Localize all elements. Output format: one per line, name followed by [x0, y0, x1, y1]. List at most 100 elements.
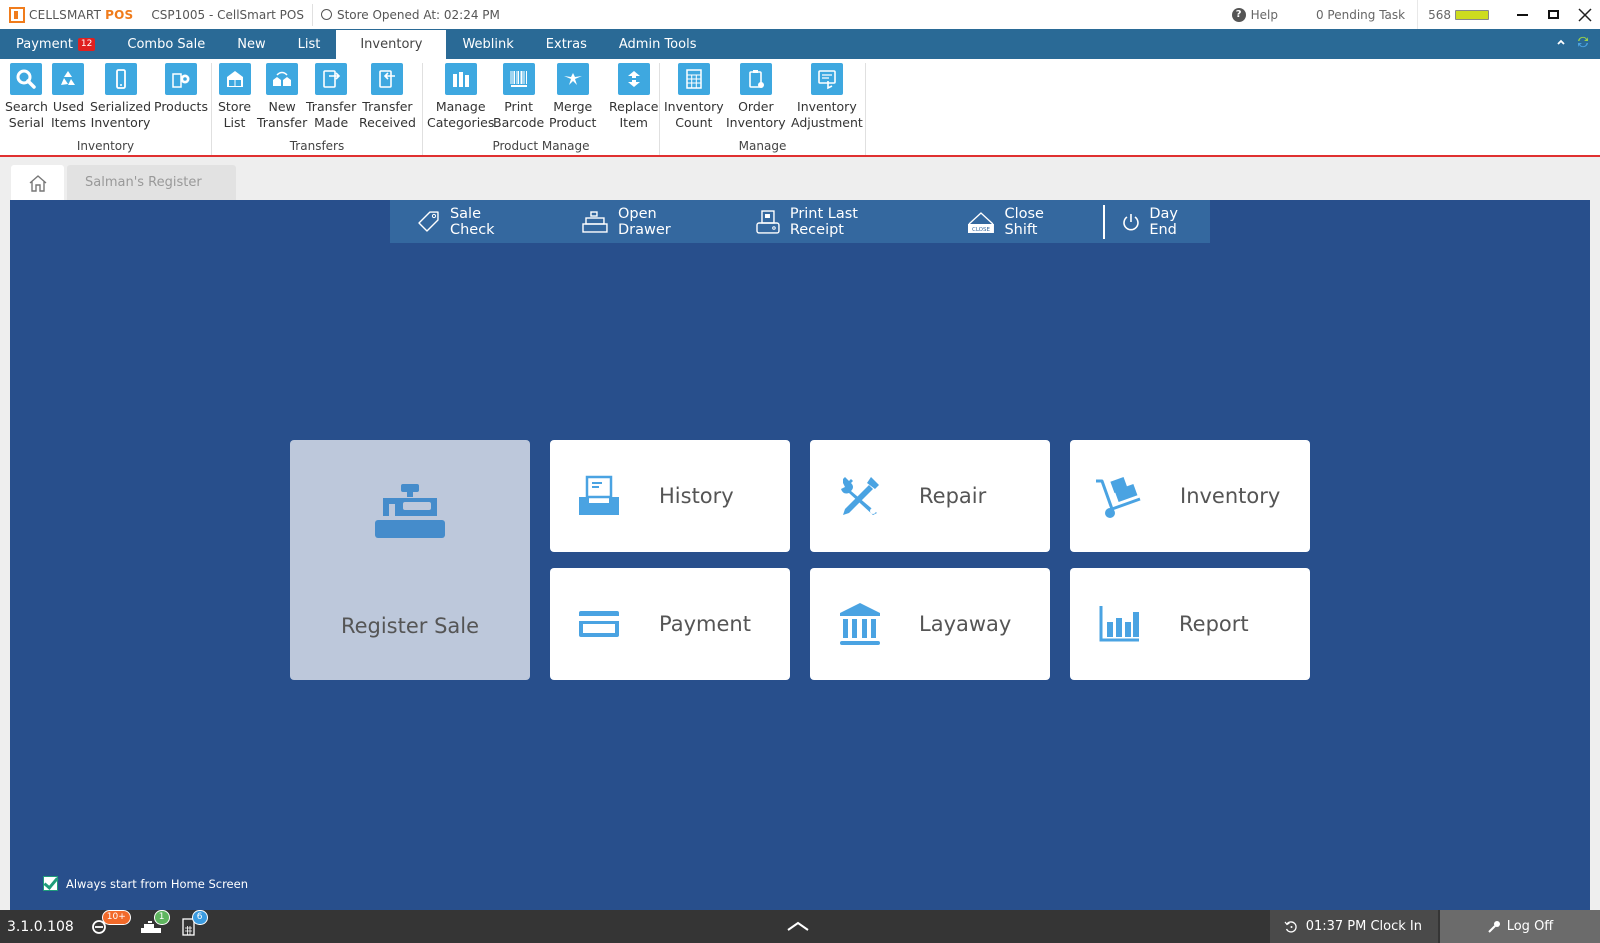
button-label: Transfer	[257, 115, 308, 130]
register-tab[interactable]: Salman's Register	[67, 165, 236, 200]
button-label: Inventory	[90, 115, 151, 130]
transfer-received-button[interactable]: Transfer Received	[359, 63, 416, 131]
menu-bar: Payment 12 Combo Sale New List Inventory…	[0, 29, 1600, 59]
logo-icon	[9, 6, 25, 23]
logo-text: CELLSMART	[29, 7, 102, 22]
tile-label: Repair	[919, 484, 987, 508]
button-label: Replace	[609, 99, 659, 114]
title-bar: CELLSMART POS CSP1005 - CellSmart POS St…	[0, 0, 1600, 29]
tab-combo-sale[interactable]: Combo Sale	[111, 29, 221, 59]
maximize-button[interactable]	[1538, 0, 1569, 29]
print-barcode-button[interactable]: Print Barcode	[493, 63, 544, 131]
button-label: Serial	[8, 115, 45, 130]
close-sign-text: CLOSE	[972, 226, 990, 232]
tab-inventory[interactable]: Inventory	[336, 30, 447, 59]
expand-panel-icon[interactable]	[786, 920, 810, 932]
calculator-icon	[677, 63, 710, 95]
drawer-status[interactable]: 1	[140, 909, 170, 937]
collapse-ribbon-icon[interactable]	[1556, 38, 1566, 46]
tab-payment[interactable]: Payment 12	[0, 29, 111, 59]
close-shift-button[interactable]: CLOSE Close Shift	[965, 200, 1082, 243]
group-label: Manage	[738, 139, 787, 153]
group-label: Product Manage	[492, 139, 590, 153]
store-opened-text: Store Opened At: 02:24 PM	[336, 7, 500, 22]
button-label: Products	[154, 99, 208, 114]
store-opened: Store Opened At: 02:24 PM	[320, 7, 500, 22]
tab-weblink[interactable]: Weblink	[446, 29, 529, 59]
payment-tile[interactable]: Payment	[550, 568, 790, 680]
merge-product-button[interactable]: Merge Product	[549, 63, 596, 131]
status-bar: 3.1.0.108 10+ 1 6 01:37 PM Clock In Log …	[0, 909, 1600, 943]
order-inventory-button[interactable]: Order Inventory	[726, 63, 786, 131]
minimize-icon	[1517, 13, 1528, 16]
products-button[interactable]: Products	[154, 63, 208, 115]
tab-admin-tools[interactable]: Admin Tools	[603, 29, 713, 59]
button-label: Item	[619, 115, 648, 130]
tile-label: Inventory	[1180, 484, 1281, 508]
tag-icon	[418, 210, 439, 232]
button-label: Store	[218, 99, 252, 114]
button-label: Count	[675, 115, 713, 130]
clock-icon	[320, 9, 332, 20]
credit-card-icon	[579, 611, 619, 637]
home-tab[interactable]	[11, 165, 64, 200]
log-off-button[interactable]: Log Off	[1440, 910, 1600, 943]
new-transfer-button[interactable]: New Transfer	[257, 63, 307, 131]
open-drawer-button[interactable]: Open Drawer	[580, 200, 714, 243]
ribbon-group-inventory: Search Serial Used Items Serialized Invento…	[0, 63, 212, 155]
checkbox-icon[interactable]	[43, 876, 58, 891]
ribbon-group-transfers: Store List New Transfer Transfer Made Trans…	[212, 63, 423, 155]
used-items-button[interactable]: Used Items	[51, 63, 86, 131]
minimize-button[interactable]	[1507, 0, 1538, 29]
inventory-adjustment-button[interactable]: Inventory Adjustment	[791, 63, 863, 131]
inventory-count-button[interactable]: Inventory Count	[664, 63, 724, 131]
layaway-tile[interactable]: Layaway	[810, 568, 1050, 680]
search-serial-button[interactable]: Search Serial	[5, 63, 48, 131]
history-clock-icon	[1284, 920, 1297, 933]
print-last-receipt-button[interactable]: Print Last Receipt	[754, 200, 917, 243]
action-label: Day End	[1149, 205, 1178, 238]
battery-value: 568	[1428, 7, 1451, 22]
adjustment-icon	[810, 63, 843, 95]
tile-label: Register Sale	[340, 614, 480, 638]
tab-new[interactable]: New	[221, 29, 281, 59]
store-list-button[interactable]: Store List	[218, 63, 251, 131]
phone-icon	[104, 63, 137, 95]
divider	[311, 3, 313, 26]
transfer-made-button[interactable]: Transfer Made	[306, 63, 356, 131]
sale-check-button[interactable]: Sale Check	[416, 200, 530, 243]
close-sign-icon: CLOSE	[967, 211, 994, 232]
tab-list[interactable]: List	[282, 29, 337, 59]
replace-item-button[interactable]: Replace Item	[609, 63, 658, 131]
report-tile[interactable]: Report	[1070, 568, 1310, 680]
inventory-tile[interactable]: Inventory	[1070, 440, 1310, 552]
group-label: Transfers	[289, 139, 345, 153]
button-label: Inventory	[797, 99, 857, 114]
epay-status[interactable]: 10+	[90, 909, 131, 937]
close-button[interactable]	[1569, 0, 1600, 29]
shop-icon	[218, 63, 251, 95]
button-label: Product	[549, 115, 597, 130]
tab-extras[interactable]: Extras	[530, 29, 603, 59]
history-tile[interactable]: History	[550, 440, 790, 552]
button-label: New	[268, 99, 296, 114]
always-start-checkbox[interactable]: Always start from Home Screen	[43, 876, 248, 891]
repair-tile[interactable]: Repair	[810, 440, 1050, 552]
barcode-icon	[502, 63, 535, 95]
manage-categories-button[interactable]: Manage Categories	[427, 63, 494, 131]
help-button[interactable]: ? Help	[1231, 7, 1278, 22]
repair-tools-icon	[841, 477, 879, 515]
sync-icon[interactable]	[1576, 35, 1590, 49]
button-label: Transfer	[306, 99, 357, 114]
transfer-status[interactable]: 6	[182, 909, 208, 937]
day-end-button[interactable]: Day End	[1121, 200, 1210, 243]
pending-task[interactable]: 0 Pending Task	[1316, 8, 1405, 22]
printer-icon	[756, 209, 780, 234]
home-screen: Sale Check Open Drawer Print Last Receip…	[10, 200, 1590, 910]
serialized-inventory-button[interactable]: Serialized Inventory	[90, 63, 151, 131]
clock-in-button[interactable]: 01:37 PM Clock In	[1269, 910, 1438, 943]
tab-label: Payment	[16, 36, 73, 52]
tile-label: Payment	[659, 612, 751, 636]
cash-register-icon	[375, 484, 445, 538]
register-sale-tile[interactable]: Register Sale	[290, 440, 530, 680]
